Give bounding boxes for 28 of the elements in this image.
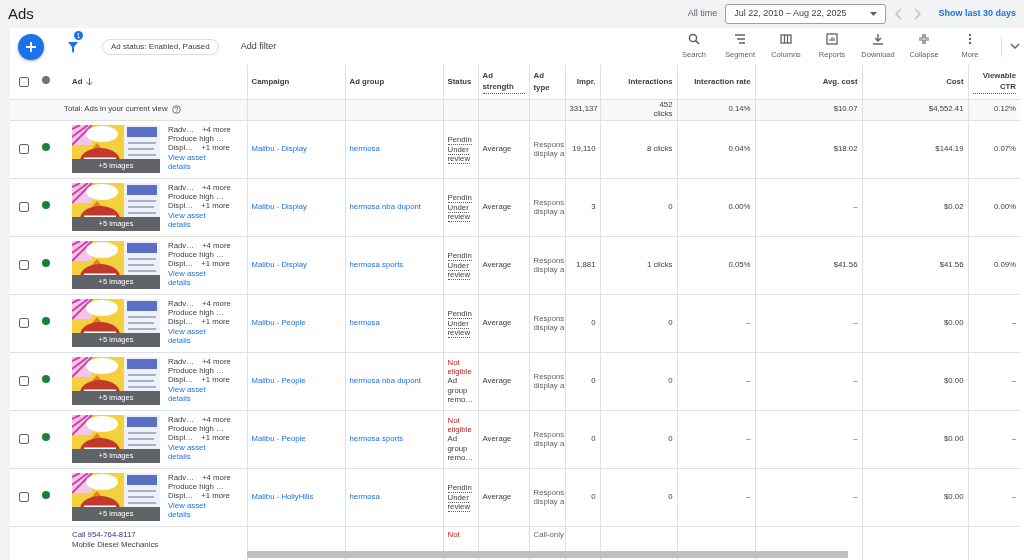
- checkbox[interactable]: [19, 76, 29, 87]
- add-button[interactable]: [18, 33, 44, 60]
- checkbox[interactable]: [19, 434, 29, 445]
- show-last-30-days-link[interactable]: Show last 30 days: [938, 7, 1016, 21]
- filter-icon[interactable]: [68, 41, 78, 53]
- help-icon: [171, 105, 181, 114]
- collapse-icon: [918, 32, 930, 45]
- chevron-down-icon[interactable]: [1010, 43, 1020, 50]
- chart-icon: [826, 32, 838, 45]
- checkbox[interactable]: [19, 376, 29, 387]
- scrollbar[interactable]: [247, 551, 848, 558]
- add-filter-button[interactable]: Add filter: [234, 38, 283, 55]
- plus-icon: [25, 40, 37, 53]
- date-range-label: All time: [687, 7, 718, 21]
- checkbox[interactable]: [19, 260, 29, 271]
- checkbox[interactable]: [19, 318, 29, 329]
- date-range-dropdown[interactable]: Jul 22, 2010 – Aug 22, 2025: [725, 4, 887, 24]
- lines-icon: [734, 32, 746, 45]
- page-title: Ads: [8, 3, 34, 24]
- caret-icon: [870, 12, 878, 16]
- status-dot: [42, 75, 50, 84]
- search-icon: [688, 32, 700, 45]
- download-icon: [872, 32, 884, 45]
- columns-icon: [780, 32, 792, 45]
- checkbox[interactable]: [19, 144, 29, 155]
- filter-chip[interactable]: Ad status: Enabled, Paused: [102, 38, 219, 55]
- checkbox[interactable]: [19, 492, 29, 503]
- checkbox[interactable]: [19, 202, 29, 213]
